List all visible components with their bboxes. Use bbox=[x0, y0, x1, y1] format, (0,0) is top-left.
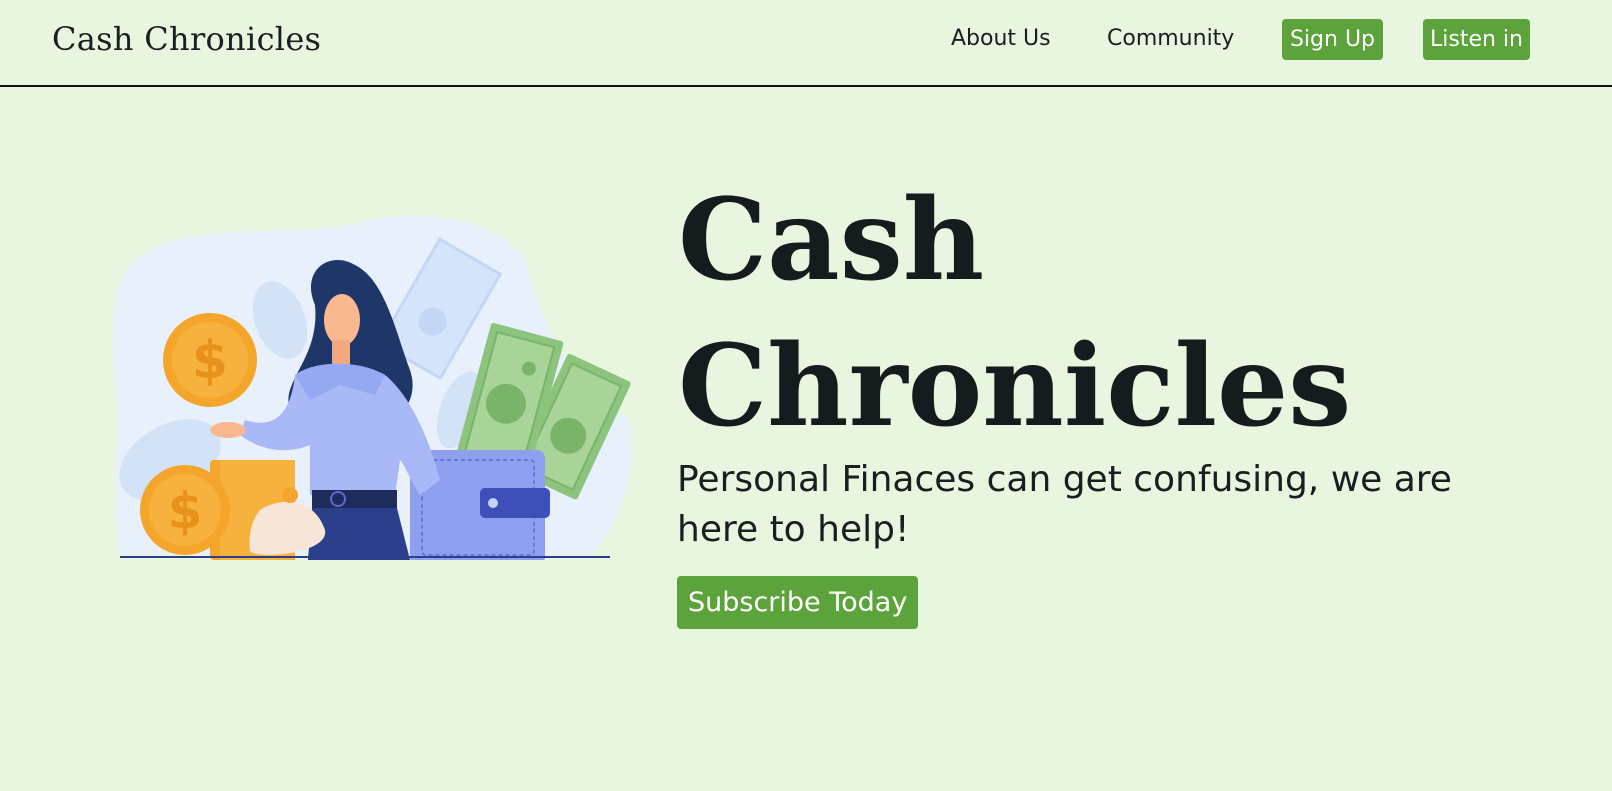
navbar: Cash Chronicles About Us Community Sign … bbox=[0, 0, 1612, 87]
svg-text:$: $ bbox=[168, 482, 203, 540]
hero-title: Cash Chronicles bbox=[678, 168, 1578, 460]
hero-title-line-2: Chronicles bbox=[678, 321, 1352, 452]
svg-text:$: $ bbox=[192, 331, 228, 391]
brand-logo[interactable]: Cash Chronicles bbox=[52, 20, 321, 58]
hero-title-line-1: Cash bbox=[678, 175, 985, 306]
woman-with-money-illustration: $ $ bbox=[112, 215, 632, 560]
listen-in-button[interactable]: Listen in bbox=[1423, 19, 1530, 60]
hero-subtitle: Personal Finaces can get confusing, we a… bbox=[677, 459, 1452, 550]
nav-link-community[interactable]: Community bbox=[1107, 26, 1234, 51]
subscribe-today-button[interactable]: Subscribe Today bbox=[677, 576, 919, 629]
nav-link-about-us[interactable]: About Us bbox=[951, 26, 1051, 51]
sign-up-button[interactable]: Sign Up bbox=[1282, 19, 1383, 60]
